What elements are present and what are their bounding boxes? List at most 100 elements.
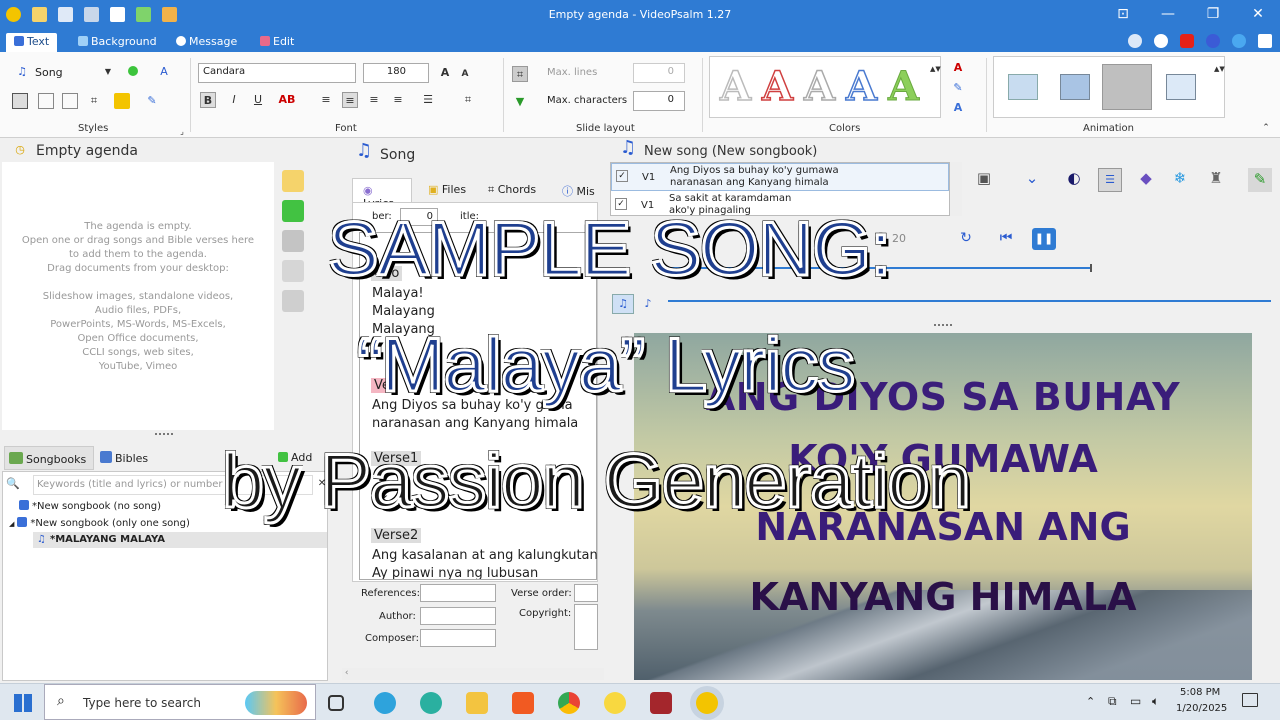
text-style-gallery[interactable]: A A A A A ▲▼ bbox=[709, 56, 941, 118]
font-color-icon[interactable]: A bbox=[950, 60, 966, 76]
shadow-frame-icon[interactable] bbox=[62, 93, 78, 109]
style-a-blue[interactable]: A bbox=[845, 62, 878, 111]
fill-color-icon[interactable] bbox=[114, 93, 130, 109]
splitter-handle[interactable] bbox=[934, 324, 952, 327]
open-folder-icon[interactable] bbox=[282, 170, 304, 192]
style-a-green[interactable]: A bbox=[887, 63, 919, 111]
font-style-icon[interactable]: A bbox=[156, 64, 172, 80]
collapse-ribbon-icon[interactable]: ⌃ bbox=[1258, 120, 1274, 136]
progress-slider-end[interactable] bbox=[1090, 264, 1092, 272]
youtube-icon[interactable] bbox=[1180, 34, 1194, 48]
highlight-color-icon[interactable]: ✎ bbox=[950, 80, 966, 96]
bold-button[interactable]: B bbox=[200, 92, 216, 108]
text-view-icon[interactable]: ☰ bbox=[1098, 168, 1122, 192]
style-select[interactable]: Song bbox=[35, 66, 63, 79]
animation-fade-icon[interactable] bbox=[1060, 74, 1090, 100]
layout-lines-icon[interactable]: ⌗ bbox=[512, 66, 528, 82]
tree-item-songbook-one-song[interactable]: ◢ *New songbook (only one song) bbox=[9, 517, 190, 529]
max-lines-field[interactable]: 0 bbox=[633, 63, 685, 83]
shrink-font-icon[interactable]: A bbox=[457, 66, 473, 82]
clock-time[interactable]: 5:08 PM bbox=[1180, 687, 1220, 698]
facebook-icon[interactable] bbox=[1206, 34, 1220, 48]
brush-icon[interactable]: ✎ bbox=[144, 93, 160, 109]
font-family-field[interactable]: Candara bbox=[198, 63, 356, 83]
layout-chars-icon[interactable]: ▼ bbox=[512, 94, 528, 110]
tray-display-icon[interactable]: ▭ bbox=[1130, 694, 1141, 708]
animation-gallery[interactable]: ▲▼ bbox=[993, 56, 1225, 118]
tab-lyrics[interactable]: ◉ Lyrics bbox=[352, 178, 412, 210]
italic-button[interactable]: I bbox=[226, 92, 242, 108]
justify-icon[interactable]: ≡ bbox=[390, 92, 406, 108]
tab-background[interactable]: Background bbox=[70, 33, 165, 52]
outline-color-icon[interactable]: A bbox=[950, 100, 966, 116]
pencil-icon[interactable]: ✎ bbox=[1248, 168, 1272, 192]
task-view-icon[interactable] bbox=[328, 695, 344, 711]
windows-start-icon[interactable] bbox=[14, 694, 32, 712]
horizontal-scrollbar[interactable]: ‹ bbox=[342, 668, 604, 680]
copyright-field[interactable] bbox=[574, 604, 598, 650]
restore-ribbon-icon[interactable]: ⊡ bbox=[1113, 6, 1133, 22]
tab-message[interactable]: Message bbox=[168, 33, 245, 52]
animation-zoom-icon[interactable] bbox=[1102, 64, 1152, 110]
notification-icon[interactable] bbox=[1242, 693, 1258, 707]
linkedin-icon[interactable] bbox=[1258, 34, 1272, 48]
save-agenda-icon[interactable] bbox=[282, 230, 304, 252]
font-size-field[interactable]: 180 bbox=[363, 63, 429, 83]
tray-network-icon[interactable]: ⧉ bbox=[1108, 694, 1117, 709]
chevron-down-icon[interactable]: ⌄ bbox=[1024, 170, 1040, 186]
style-dropdown-icon[interactable]: ▼ bbox=[100, 64, 116, 80]
tab-songbooks[interactable]: Songbooks bbox=[4, 446, 94, 470]
moon-icon[interactable]: ◐ bbox=[1066, 170, 1082, 186]
frame-icon[interactable] bbox=[38, 93, 54, 109]
align-center-icon[interactable]: ≡ bbox=[342, 92, 358, 108]
help-icon[interactable] bbox=[1128, 34, 1142, 48]
spacing-icon[interactable]: ☰ bbox=[420, 92, 436, 108]
refresh-icon[interactable]: ↻ bbox=[958, 230, 974, 246]
tab-bibles[interactable]: Bibles bbox=[100, 451, 148, 465]
tray-chevron-icon[interactable]: ⌃ bbox=[1086, 695, 1095, 708]
green-dot-icon[interactable] bbox=[128, 66, 138, 76]
close-button[interactable]: ✕ bbox=[1248, 6, 1268, 22]
composer-field[interactable] bbox=[420, 629, 496, 647]
author-field[interactable] bbox=[420, 607, 496, 625]
splitter-handle[interactable] bbox=[155, 433, 173, 436]
tab-files[interactable]: ▣ Files bbox=[428, 183, 466, 196]
emoji-app-icon[interactable] bbox=[604, 692, 626, 714]
guitar-icon[interactable]: ♪ bbox=[640, 296, 656, 312]
references-field[interactable] bbox=[420, 584, 496, 602]
rewind-icon[interactable]: ⏮ bbox=[994, 230, 1018, 246]
brave-icon[interactable] bbox=[512, 692, 534, 714]
telegram-icon[interactable] bbox=[374, 692, 396, 714]
tab-misc[interactable]: ⓘ Mis bbox=[562, 183, 595, 199]
tree-item-songbook-no-song[interactable]: *New songbook (no song) bbox=[19, 500, 161, 512]
search-icon[interactable]: 🔍 bbox=[5, 476, 21, 492]
tab-edit[interactable]: Edit bbox=[252, 33, 302, 52]
underline-button[interactable]: U bbox=[250, 92, 266, 108]
verse-order-field[interactable] bbox=[574, 584, 598, 602]
add-icon[interactable] bbox=[282, 200, 304, 222]
tab-chords[interactable]: ⌗ Chords bbox=[488, 183, 536, 197]
max-characters-field[interactable]: 0 bbox=[633, 91, 685, 111]
pause-icon[interactable]: ❚❚ bbox=[1032, 228, 1056, 250]
animation-expand-icon[interactable] bbox=[1166, 74, 1196, 100]
slides-scrollbar[interactable] bbox=[950, 162, 962, 216]
animation-none-icon[interactable] bbox=[1008, 74, 1038, 100]
minimize-button[interactable]: — bbox=[1158, 6, 1178, 22]
trophy-icon[interactable]: ♜ bbox=[1208, 170, 1224, 186]
edge-icon[interactable] bbox=[420, 692, 442, 714]
audio-slider[interactable] bbox=[668, 300, 1271, 302]
delete-icon[interactable] bbox=[282, 290, 304, 312]
drop-icon[interactable]: ◆ bbox=[1138, 170, 1154, 186]
chrome-icon[interactable] bbox=[558, 692, 580, 714]
slide-checkbox[interactable]: ✓ bbox=[616, 170, 628, 182]
style-a-red[interactable]: A bbox=[761, 62, 794, 111]
slide-row[interactable]: ✓ V1 Ang Diyos sa buhay ko'y gumawa nara… bbox=[611, 163, 949, 191]
tray-volume-icon[interactable]: 🔈︎ bbox=[1152, 694, 1159, 709]
gallery-scroll-icon[interactable]: ▲▼ bbox=[930, 61, 941, 77]
align-left-icon[interactable]: ≡ bbox=[318, 92, 334, 108]
box-style-icon[interactable] bbox=[12, 93, 28, 109]
grow-font-icon[interactable]: A bbox=[437, 65, 453, 81]
styles-expand-icon[interactable]: ⌟ bbox=[174, 124, 190, 140]
tab-text[interactable]: Text bbox=[6, 33, 58, 52]
style-a-plain[interactable]: A bbox=[719, 62, 752, 111]
